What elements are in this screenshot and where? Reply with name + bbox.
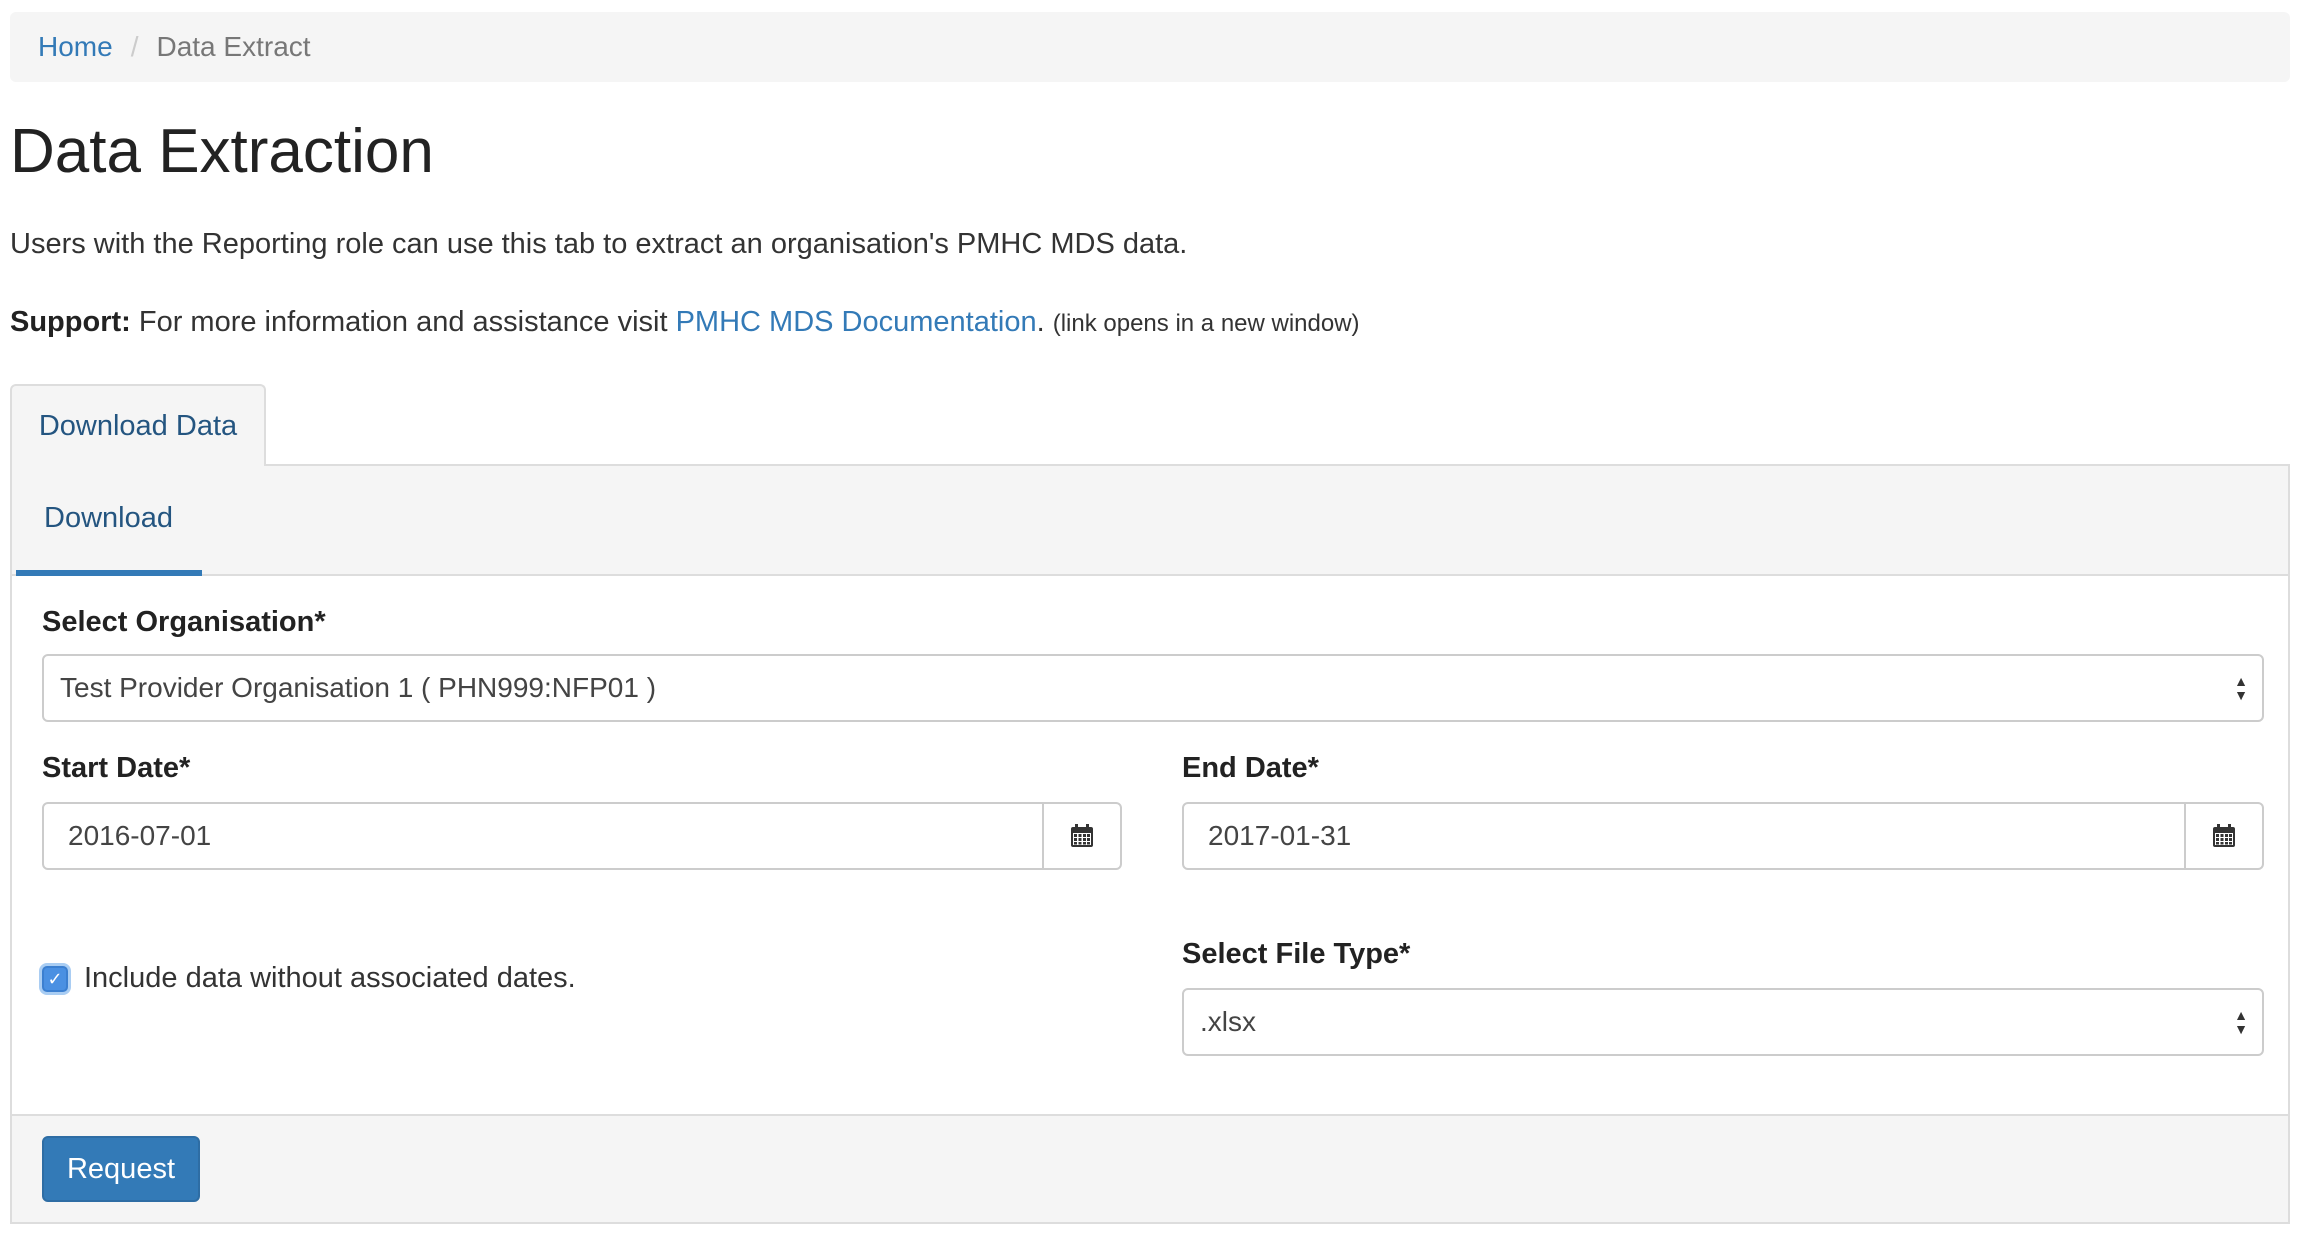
file-type-select[interactable]: .xlsx ▲ ▼ xyxy=(1182,988,2264,1056)
organisation-select[interactable]: Test Provider Organisation 1 ( PHN999:NF… xyxy=(42,654,2264,722)
calendar-icon xyxy=(2213,824,2235,847)
intro-text: Users with the Reporting role can use th… xyxy=(10,228,1188,260)
select-arrows-icon: ▲ ▼ xyxy=(2234,673,2248,703)
page: Home / Data Extract Data Extraction User… xyxy=(0,0,2300,1238)
breadcrumb-current: Data Extract xyxy=(156,31,311,62)
inner-tab-bar: Download xyxy=(12,466,2288,576)
include-undated-label: Include data without associated dates. xyxy=(84,962,576,994)
documentation-link[interactable]: PMHC MDS Documentation xyxy=(676,306,1037,338)
download-panel: Download Select Organisation* Test Provi… xyxy=(10,464,2290,1224)
support-label: Support: xyxy=(10,306,131,338)
support-text: Support: For more information and assist… xyxy=(10,306,1360,339)
panel-footer: Request xyxy=(12,1114,2288,1222)
organisation-select-value: Test Provider Organisation 1 ( PHN999:NF… xyxy=(60,672,657,703)
tab-download[interactable]: Download xyxy=(16,466,202,576)
organisation-label: Select Organisation* xyxy=(42,606,326,638)
include-undated-checkbox[interactable]: ✓ xyxy=(42,965,68,992)
end-date-label: End Date* xyxy=(1182,752,1319,784)
tab-download-data[interactable]: Download Data xyxy=(10,384,266,466)
end-date-input[interactable]: 2017-01-31 xyxy=(1182,802,2186,870)
support-period: . xyxy=(1036,306,1045,338)
end-date-picker-button[interactable] xyxy=(2186,802,2264,870)
start-date-label: Start Date* xyxy=(42,752,191,784)
start-date-input[interactable]: 2016-07-01 xyxy=(42,802,1044,870)
start-date-group: 2016-07-01 xyxy=(42,802,1122,870)
file-type-select-value: .xlsx xyxy=(1200,1006,1256,1037)
request-button[interactable]: Request xyxy=(42,1136,200,1202)
support-note: (link opens in a new window) xyxy=(1052,310,1360,337)
checkmark-icon: ✓ xyxy=(47,968,63,989)
end-date-group: 2017-01-31 xyxy=(1182,802,2264,870)
select-arrows-icon: ▲ ▼ xyxy=(2234,1007,2248,1037)
include-undated-row: ✓ Include data without associated dates. xyxy=(42,962,576,995)
support-description: For more information and assistance visi… xyxy=(138,306,668,338)
calendar-icon xyxy=(1071,824,1093,847)
breadcrumb: Home / Data Extract xyxy=(10,12,2290,82)
file-type-label: Select File Type* xyxy=(1182,938,1411,970)
breadcrumb-home-link[interactable]: Home xyxy=(38,31,113,63)
breadcrumb-separator: / xyxy=(130,31,139,62)
start-date-picker-button[interactable] xyxy=(1044,802,1122,870)
page-title: Data Extraction xyxy=(10,117,434,186)
